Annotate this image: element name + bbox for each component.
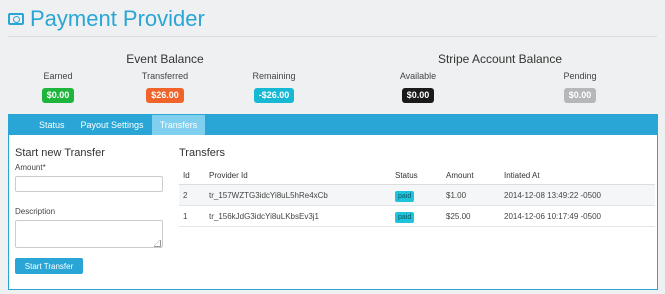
earned-badge: $0.00 [41, 88, 75, 103]
form-title: Start new Transfer [15, 147, 105, 159]
status-badge: paid [395, 212, 415, 223]
transfer-initiated-at: 2014-12-08 13:49:22 -0500 [504, 191, 601, 200]
pending-stat: Pending $0.00 [535, 71, 625, 103]
pending-label: Pending [563, 71, 597, 81]
available-stat: Available $0.00 [373, 71, 463, 103]
col-header-provider-id: Provider Id [209, 171, 248, 180]
transfers-panel: Status Payout Settings Transfers Start n… [8, 114, 658, 290]
transferred-badge: $26.00 [146, 88, 184, 103]
table-row: 2 tr_157WZTG3idcYi8uL5hRe4xCb paid $1.00… [179, 185, 655, 206]
transfer-provider-id: tr_156kJdG3idcYi8uLKbsEv3j1 [209, 212, 319, 221]
transfer-status: paid [395, 206, 415, 227]
transfer-status: paid [395, 185, 415, 206]
tab-status[interactable]: Status [31, 115, 73, 135]
stripe-balance-title: Stripe Account Balance [437, 52, 563, 66]
tab-payout-settings[interactable]: Payout Settings [73, 115, 152, 135]
header-divider [8, 36, 657, 37]
tab-bar: Status Payout Settings Transfers [9, 115, 657, 135]
earned-label: Earned [43, 71, 73, 81]
remaining-stat: Remaining -$26.00 [229, 71, 319, 103]
start-transfer-button[interactable]: Start Transfer [15, 258, 83, 274]
col-header-initiated-at: Intiated At [504, 171, 540, 180]
col-header-amount: Amount [446, 171, 474, 180]
resize-handle-icon[interactable] [154, 240, 161, 247]
amount-label: Amount* [15, 163, 46, 172]
col-header-id: Id [183, 171, 190, 180]
transfers-table: Id Provider Id Status Amount Intiated At… [179, 166, 655, 227]
transfer-provider-id: tr_157WZTG3idcYi8uL5hRe4xCb [209, 191, 328, 200]
description-label: Description [15, 207, 56, 216]
earned-stat: Earned $0.00 [13, 71, 103, 103]
available-label: Available [399, 71, 437, 81]
pending-badge: $0.00 [563, 88, 597, 103]
transferred-label: Transferred [141, 71, 189, 81]
page-header: Payment Provider [8, 4, 205, 34]
status-badge: paid [395, 191, 415, 202]
page-title: Payment Provider [30, 6, 205, 31]
remaining-label: Remaining [252, 71, 296, 81]
table-row: 1 tr_156kJdG3idcYi8uLKbsEv3j1 paid $25.0… [179, 206, 655, 227]
transfers-title: Transfers [179, 147, 226, 159]
table-header-row: Id Provider Id Status Amount Intiated At [179, 166, 655, 185]
transfer-initiated-at: 2014-12-06 10:17:49 -0500 [504, 212, 601, 221]
transferred-stat: Transferred $26.00 [120, 71, 210, 103]
event-balance-title: Event Balance [126, 52, 204, 66]
available-badge: $0.00 [401, 88, 435, 103]
remaining-badge: -$26.00 [253, 88, 295, 103]
transfer-id: 2 [183, 191, 188, 200]
transfer-amount: $1.00 [446, 191, 467, 200]
amount-input[interactable] [15, 176, 163, 192]
col-header-status: Status [395, 171, 418, 180]
transfer-id: 1 [183, 212, 188, 221]
tab-transfers[interactable]: Transfers [151, 115, 206, 135]
money-icon [8, 13, 24, 25]
description-textarea[interactable] [15, 220, 163, 248]
transfer-amount: $25.00 [446, 212, 471, 221]
